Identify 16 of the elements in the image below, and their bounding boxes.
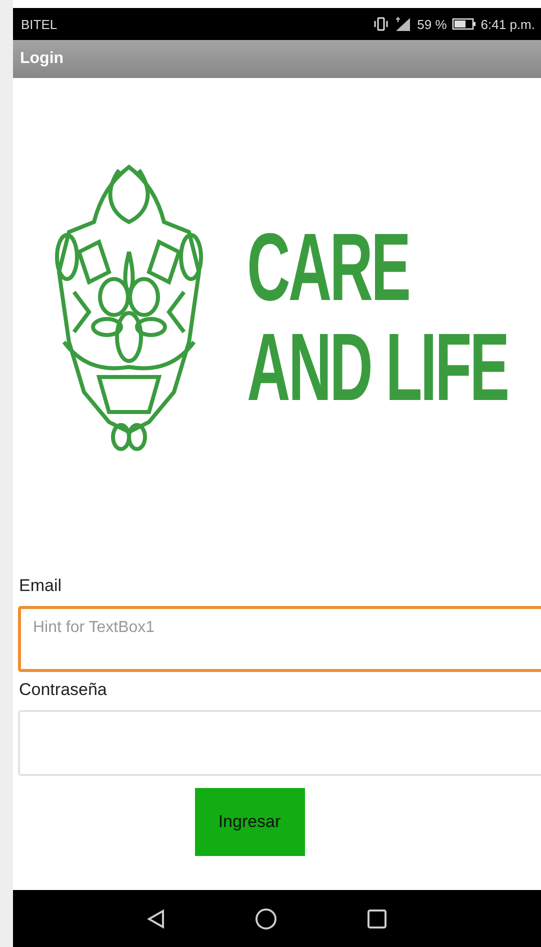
vibrate-icon [373,17,390,31]
login-button[interactable]: Ingresar [194,788,304,856]
back-icon[interactable] [147,908,165,928]
field-label: Contraseña [19,680,108,700]
text-field[interactable]: Hint for TextBox1 [18,606,541,672]
home-icon[interactable] [255,908,277,930]
clock-time: 6:41 p.m. [480,16,535,32]
battery-icon [452,18,476,30]
recents-icon[interactable] [367,908,387,928]
logo-text: CARE [247,220,410,316]
battery-percent: 59 % [417,16,447,32]
field-label: Email [19,576,63,596]
logo-text: AND LIFE [247,320,508,416]
signal-icon [394,17,412,31]
screen-title: Login [20,50,64,68]
carrier-name: BITEL [21,16,58,32]
